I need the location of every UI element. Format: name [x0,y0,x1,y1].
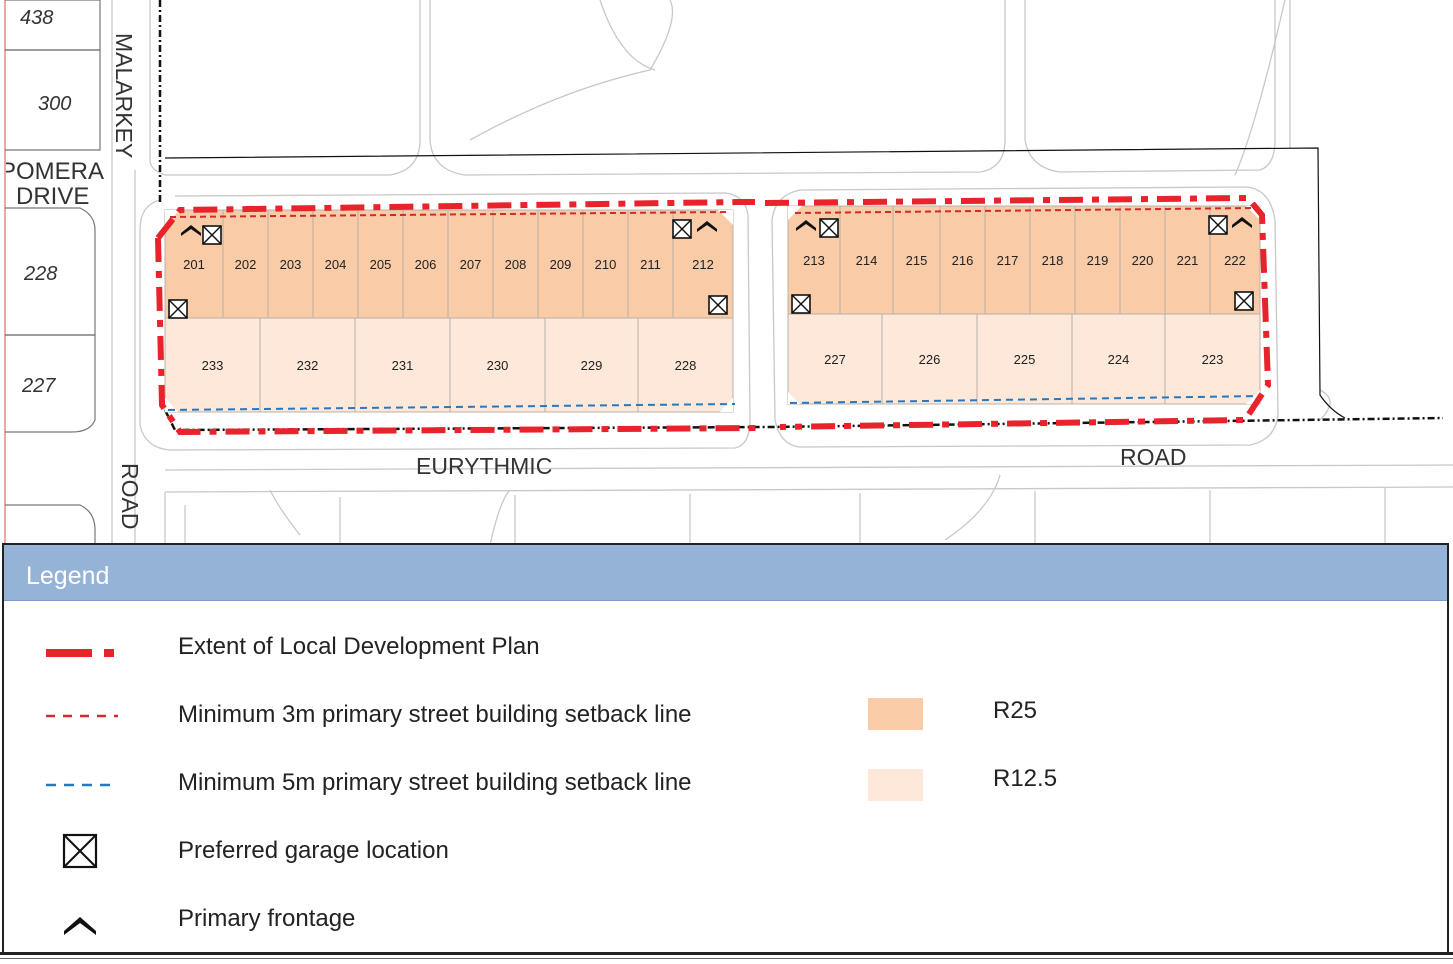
swatch-r25 [868,698,923,730]
r125-lot-number: 231 [392,358,414,373]
dash-dot-line-icon [46,649,114,657]
legend-header: Legend [4,545,1447,601]
legend-label-setback-3m: Minimum 3m primary street building setba… [178,701,692,728]
street-label-road-vertical: ROAD [117,463,143,529]
r125-lot-number: 230 [487,358,509,373]
swatch-r125 [868,769,923,801]
r25-lot-number: 211 [640,257,661,272]
r25-lot-number: 210 [595,257,617,272]
r125-lot-number: 223 [1202,352,1224,367]
r25-lot-number: 222 [1224,253,1246,268]
r25-lot-number: 208 [505,257,527,272]
r25-lot-number: 207 [460,257,482,272]
street-label-eurythmic: EURYTHMIC [416,453,552,479]
r125-lot-number: 226 [919,352,941,367]
r25-lot-number: 218 [1042,253,1064,268]
r25-lot-number: 212 [692,257,714,272]
r25-lot-number: 214 [856,253,878,268]
west-block: 201 202 203 204 205 206 207 208 209 210 211 212 233 2… [164,209,734,413]
site-plan-map: 201 202 203 204 205 206 207 208 209 210 211 212 233 2… [0,0,1453,545]
r25-lot-number: 206 [415,257,437,272]
r25-lot-number: 204 [325,257,347,272]
r25-lot-number: 220 [1132,253,1154,268]
street-label-malarkey: MALARKEY [111,33,137,158]
r125-lot-number: 225 [1014,352,1036,367]
existing-lot-number: 438 [20,7,53,29]
r25-lot-number: 202 [235,257,257,272]
street-label-drive: DRIVE [16,183,89,210]
r25-lot-number: 201 [183,257,205,272]
r25-lot-number: 209 [550,257,572,272]
street-label-road-horizontal: ROAD [1120,444,1186,470]
r25-lot-number: 221 [1177,253,1199,268]
legend-label-garage: Preferred garage location [178,837,449,864]
legend-label-r125: R12.5 [993,765,1058,792]
r25-lot-number: 203 [280,257,302,272]
legend-label-frontage: Primary frontage [178,905,356,932]
box-cross-icon [708,295,728,315]
r125-lot-number: 229 [581,358,603,373]
page: 201 202 203 204 205 206 207 208 209 210 211 212 233 2… [0,0,1453,964]
chevron-up-icon [64,917,96,935]
r125-lot-number: 233 [202,358,224,373]
r25-lot-number: 219 [1087,253,1109,268]
existing-lot-number: 227 [21,375,56,397]
legend-label-ldp-extent: Extent of Local Development Plan [178,633,540,660]
r25-lot-number: 215 [906,253,928,268]
red-dashed-line-icon [46,714,118,718]
r25-lot-number: 213 [803,253,825,268]
r125-lot-number: 227 [824,352,846,367]
legend-panel: Legend Extent of Local Development Plan … [2,543,1449,953]
r125-lot-number: 232 [297,358,319,373]
box-cross-icon [62,833,98,869]
legend-label-setback-5m: Minimum 5m primary street building setba… [178,769,692,796]
r25-lot-number: 217 [997,253,1019,268]
blue-dashed-line-icon [46,783,118,787]
legend-title: Legend [26,562,110,590]
legend-label-r25: R25 [993,697,1038,724]
r25-lot-number: 216 [952,253,974,268]
r125-lot-number: 228 [675,358,697,373]
box-cross-icon [168,299,188,319]
existing-lot-number: 300 [38,93,71,115]
r125-lot-number: 224 [1108,352,1130,367]
existing-lot-number: 228 [23,263,57,285]
box-cross-icon [791,294,811,314]
street-label-pomera: POMERA [0,158,104,185]
box-cross-icon [672,219,692,239]
box-cross-icon [1234,291,1254,311]
r25-lot-number: 205 [370,257,392,272]
box-cross-icon [819,218,839,238]
box-cross-icon [1208,215,1228,235]
legend-bottom-rule [0,952,1453,964]
box-cross-icon [202,225,222,245]
